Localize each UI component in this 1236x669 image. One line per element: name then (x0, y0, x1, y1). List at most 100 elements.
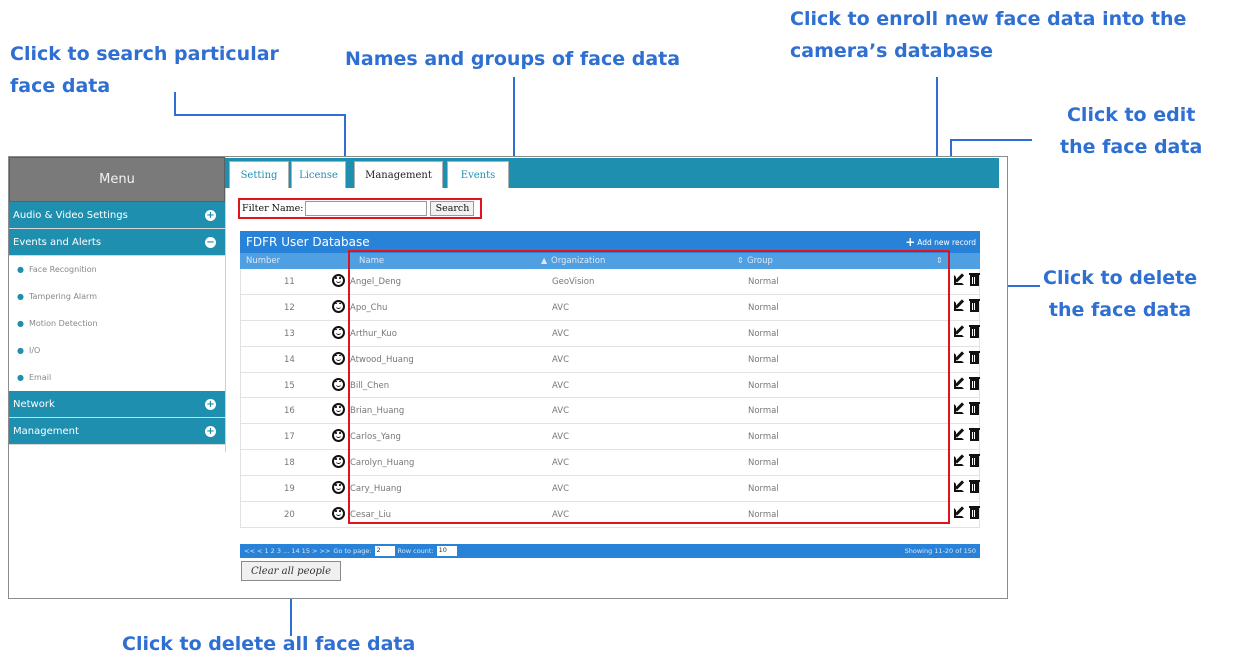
sidebar-subitem-label: Face Recognition (28, 265, 97, 274)
cell-organization: AVC (552, 406, 570, 417)
cell-name: Carlos_Yang (350, 432, 401, 443)
trash-icon[interactable] (969, 273, 980, 286)
column-header-group[interactable]: Group (747, 256, 773, 266)
edit-icon[interactable] (954, 326, 964, 337)
sidebar-item-audio-video[interactable]: Audio & Video Settings + (9, 202, 225, 229)
sidebar-subitem-email[interactable]: ● Email (9, 364, 225, 391)
page-nav-links[interactable]: << < 1 2 3 ... 14 15 > >> (244, 547, 330, 555)
sidebar-subitem-face-recognition[interactable]: ● Face Recognition (9, 256, 225, 283)
trash-icon[interactable] (969, 324, 980, 338)
cell-name: Bill_Chen (350, 380, 390, 391)
sidebar-subitem-label: Email (28, 373, 52, 382)
cell-organization: AVC (552, 328, 570, 339)
edit-icon[interactable] (954, 352, 964, 363)
trash-icon[interactable] (969, 298, 980, 312)
table-row[interactable]: 19 Cary_Huang AVC Normal (240, 476, 980, 503)
callout-enroll-line1: Click to enroll new face data into the (790, 8, 1187, 30)
trash-icon[interactable] (969, 506, 980, 520)
add-record-button[interactable]: + Add new record (905, 235, 976, 249)
face-photo-icon (332, 403, 345, 417)
cell-group: Normal (748, 458, 779, 469)
trash-icon[interactable] (969, 350, 980, 364)
row-count-select[interactable]: 10 (436, 546, 457, 556)
edit-icon[interactable] (954, 508, 964, 519)
table-row[interactable]: 13 Arthur_Kuo AVC Normal (240, 320, 980, 347)
callout-edit-line1: Click to edit (1066, 104, 1196, 126)
edit-icon[interactable] (954, 275, 964, 285)
cell-name: Atwood_Huang (350, 354, 414, 365)
sort-icon[interactable]: ⇕ (936, 256, 943, 265)
filter-name-input[interactable] (305, 201, 428, 216)
sidebar-item-label: Events and Alerts (13, 236, 102, 248)
expand-icon[interactable]: + (205, 398, 216, 410)
table-row[interactable]: 17 Carlos_Yang AVC Normal (240, 424, 980, 451)
callout-edit: Click to edit the face data (1060, 99, 1202, 163)
face-photo-icon (332, 455, 345, 469)
table-row[interactable]: 11 Angel_Deng GeoVision Normal (240, 269, 980, 295)
table-row[interactable]: 15 Bill_Chen AVC Normal (240, 372, 980, 399)
trash-icon[interactable] (969, 402, 980, 416)
table-row[interactable]: 18 Carolyn_Huang AVC Normal (240, 450, 980, 477)
callout-clear-all: Click to delete all face data (122, 633, 416, 655)
sidebar-subitem-tampering-alarm[interactable]: ● Tampering Alarm (9, 283, 225, 310)
trash-icon[interactable] (969, 454, 980, 468)
search-button[interactable]: Search (430, 201, 475, 216)
column-header-organization[interactable]: Organization (551, 256, 605, 266)
table-row[interactable]: 16 Brian_Huang AVC Normal (240, 398, 980, 425)
expand-icon[interactable]: + (205, 425, 216, 437)
table-row[interactable]: 12 Apo_Chu AVC Normal (240, 294, 980, 321)
table-row[interactable]: 20 Cesar_Liu AVC Normal (240, 502, 980, 528)
tab-license[interactable]: License (291, 161, 346, 188)
callout-search-line1: Click to search particular (10, 43, 279, 65)
cell-number: 13 (284, 328, 295, 339)
face-photo-icon (332, 351, 345, 365)
table-row[interactable]: 14 Atwood_Huang AVC Normal (240, 346, 980, 373)
sidebar-item-events-alerts[interactable]: Events and Alerts − (9, 229, 225, 256)
bullet-icon: ● (17, 319, 24, 328)
collapse-icon[interactable]: − (205, 236, 216, 248)
tab-management[interactable]: Management (354, 161, 443, 188)
tab-setting[interactable]: Setting (229, 161, 289, 188)
edit-icon[interactable] (954, 378, 964, 389)
connector-line (174, 114, 346, 116)
edit-icon[interactable] (954, 430, 964, 441)
row-count-label: Row count: (397, 547, 434, 555)
sidebar-subitem-motion-detection[interactable]: ● Motion Detection (9, 310, 225, 337)
sidebar: Menu Audio & Video Settings + Events and… (9, 157, 226, 452)
cell-group: Normal (748, 380, 779, 391)
sidebar-title: Menu (9, 157, 225, 202)
goto-page-select[interactable]: 2 (374, 546, 395, 556)
edit-icon[interactable] (954, 456, 964, 467)
face-photo-icon (332, 299, 345, 313)
callout-delete-line1: Click to delete (1043, 267, 1198, 289)
sidebar-item-management[interactable]: Management + (9, 418, 225, 445)
trash-icon[interactable] (969, 376, 980, 390)
sidebar-item-network[interactable]: Network + (9, 391, 225, 418)
cell-organization: AVC (552, 302, 570, 313)
cell-group: Normal (748, 354, 779, 365)
cell-number: 14 (284, 354, 295, 365)
edit-icon[interactable] (954, 404, 964, 415)
expand-icon[interactable]: + (205, 209, 216, 221)
sidebar-item-label: Management (13, 425, 79, 437)
cell-number: 20 (284, 510, 295, 521)
cell-number: 19 (284, 484, 295, 495)
callout-delete: Click to delete the face data (1043, 262, 1197, 326)
trash-icon[interactable] (969, 480, 980, 494)
trash-icon[interactable] (969, 428, 980, 442)
sort-icon[interactable]: ⇕ (737, 256, 744, 265)
clear-all-people-button[interactable]: Clear all people (241, 561, 341, 581)
column-header-name[interactable]: Name (359, 256, 384, 266)
tab-events[interactable]: Events (447, 161, 509, 188)
edit-icon[interactable] (954, 482, 964, 493)
sidebar-subitem-io[interactable]: ● I/O (9, 337, 225, 364)
cell-name: Cesar_Liu (350, 510, 392, 521)
sort-icon[interactable]: ▲ (541, 256, 547, 265)
cell-name: Apo_Chu (350, 302, 388, 313)
cell-name: Carolyn_Huang (350, 458, 415, 469)
edit-icon[interactable] (954, 300, 964, 311)
cell-organization: AVC (552, 458, 570, 469)
cell-organization: GeoVision (552, 277, 595, 287)
column-header-number[interactable]: Number (246, 256, 280, 266)
cell-number: 11 (284, 277, 295, 287)
